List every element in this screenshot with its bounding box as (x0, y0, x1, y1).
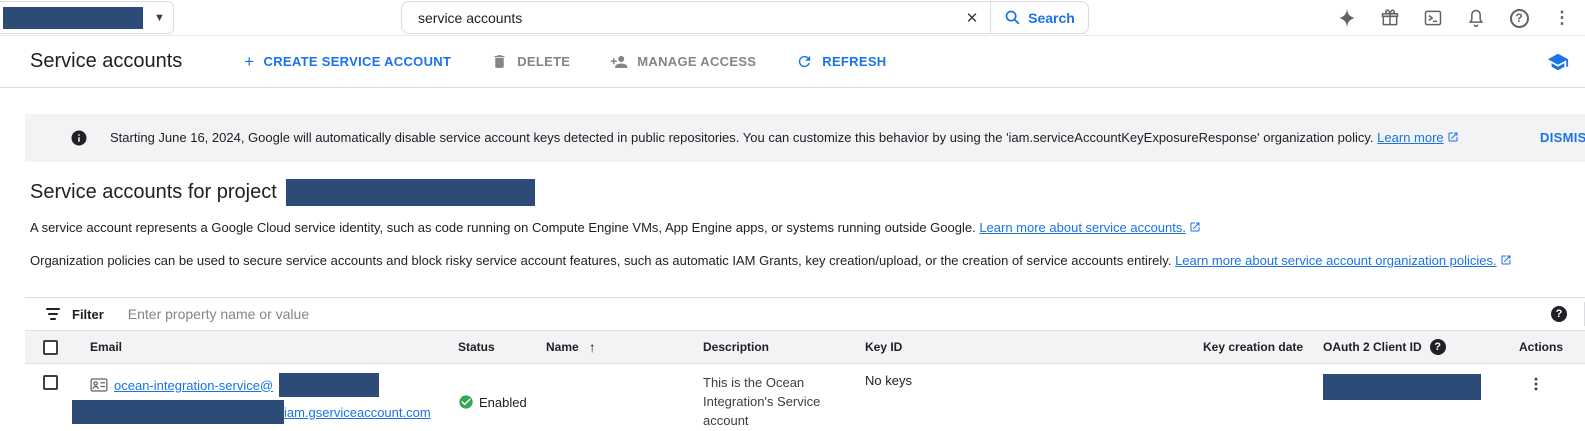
chevron-down-icon: ▼ (154, 12, 165, 24)
trash-icon (491, 53, 508, 70)
help-glyph: ? (1510, 9, 1529, 28)
filter-icon (46, 308, 60, 320)
name-cell (528, 373, 685, 430)
topbar-icon-group: ? ⋮ (1336, 0, 1573, 36)
cloud-shell-icon[interactable] (1422, 7, 1444, 29)
external-link-icon (1500, 254, 1512, 269)
page-title: Service accounts (30, 50, 182, 73)
plus-icon: + (244, 52, 254, 72)
more-glyph: ⋮ (1554, 8, 1571, 28)
column-header-email[interactable]: Email (72, 331, 440, 363)
clear-search-icon[interactable]: ✕ (954, 2, 990, 33)
key-creation-date-cell (1185, 373, 1305, 430)
dismiss-button[interactable]: DISMISS (1540, 130, 1585, 145)
delete-button[interactable]: DELETE (491, 53, 570, 70)
sort-ascending-icon: ↑ (589, 339, 596, 355)
row-checkbox[interactable] (43, 375, 58, 390)
search-button-label: Search (1028, 10, 1075, 26)
email-cell: ocean-integration-service@ iam.gservicea… (72, 373, 440, 430)
status-enabled-icon (458, 394, 474, 410)
person-add-icon (610, 53, 628, 71)
column-header-status[interactable]: Status (440, 331, 528, 363)
column-header-name-label: Name (546, 340, 579, 354)
project-id-redaction (286, 179, 535, 206)
learn-more-org-policies-link[interactable]: Learn more about service account organiz… (1175, 253, 1497, 268)
refresh-button[interactable]: REFRESH (796, 53, 886, 70)
manage-access-button[interactable]: MANAGE ACCESS (610, 53, 756, 71)
project-selector[interactable]: ▼ (0, 1, 174, 34)
actions-cell (1501, 373, 1585, 430)
manage-access-label: MANAGE ACCESS (637, 54, 756, 69)
learn-more-service-accounts-link[interactable]: Learn more about service accounts. (979, 220, 1186, 235)
column-header-oauth-client-id[interactable]: OAuth 2 Client ID ? (1305, 331, 1501, 363)
table-row: ocean-integration-service@ iam.gservicea… (25, 364, 1585, 431)
intro-paragraph-1: A service account represents a Google Cl… (30, 220, 1585, 236)
email-domain-redaction (72, 400, 284, 424)
banner-message: Starting June 16, 2024, Google will auto… (110, 130, 1459, 146)
email-domain-redaction (279, 373, 379, 397)
section-heading: Service accounts for project (30, 179, 1585, 206)
status-label: Enabled (479, 395, 527, 410)
column-header-key-id[interactable]: Key ID (847, 331, 1185, 363)
service-account-email-icon (90, 377, 108, 393)
gemini-icon[interactable] (1336, 7, 1358, 29)
row-actions-menu-icon[interactable] (1527, 375, 1545, 430)
intro-paragraph-2: Organization policies can be used to sec… (30, 253, 1585, 269)
search-bar: ✕ Search (401, 1, 1089, 34)
oauth-client-id-cell (1305, 373, 1501, 430)
service-account-email-link[interactable]: ocean-integration-service@ (114, 375, 273, 396)
filter-input[interactable] (128, 306, 1551, 322)
refresh-icon (796, 53, 813, 70)
learning-panel-icon[interactable] (1547, 51, 1569, 73)
search-input[interactable] (402, 2, 954, 33)
top-app-bar: ▼ ✕ Search (0, 0, 1585, 36)
service-accounts-table: Filter ? Email Status Name ↑ Description… (25, 297, 1585, 431)
section-heading-text: Service accounts for project (30, 181, 277, 204)
column-header-name[interactable]: Name ↑ (528, 331, 685, 363)
oauth-client-id-redaction (1323, 374, 1481, 400)
create-service-account-button[interactable]: + CREATE SERVICE ACCOUNT (244, 52, 451, 72)
info-icon (70, 129, 88, 147)
refresh-label: REFRESH (822, 54, 886, 69)
notifications-icon[interactable] (1465, 7, 1487, 29)
column-header-oauth-label: OAuth 2 Client ID (1323, 340, 1422, 354)
key-id-cell: No keys (847, 373, 1185, 430)
status-cell: Enabled (440, 373, 528, 430)
select-all-checkbox[interactable] (43, 340, 58, 355)
intro-paragraph-1-text: A service account represents a Google Cl… (30, 220, 976, 235)
column-header-key-creation-date[interactable]: Key creation date (1185, 331, 1305, 363)
column-header-actions: Actions (1501, 331, 1585, 363)
row-checkbox-cell (25, 373, 72, 430)
description-text: This is the Ocean Integration's Service … (703, 373, 843, 430)
page-action-bar: Service accounts + CREATE SERVICE ACCOUN… (0, 36, 1585, 88)
help-icon[interactable]: ? (1508, 7, 1530, 29)
info-banner: Starting June 16, 2024, Google will auto… (25, 114, 1585, 162)
oauth-help-icon[interactable]: ? (1430, 339, 1446, 355)
banner-message-text: Starting June 16, 2024, Google will auto… (110, 130, 1374, 145)
filter-help-icon[interactable]: ? (1551, 306, 1567, 322)
delete-label: DELETE (517, 54, 570, 69)
more-options-icon[interactable]: ⋮ (1551, 7, 1573, 29)
project-name-redaction (3, 7, 143, 29)
header-checkbox-cell (25, 331, 72, 363)
service-account-email-link-suffix[interactable]: iam.gserviceaccount.com (284, 402, 431, 423)
banner-learn-more-link[interactable]: Learn more (1377, 130, 1443, 145)
search-button[interactable]: Search (991, 2, 1088, 33)
table-header-row: Email Status Name ↑ Description Key ID K… (25, 331, 1585, 364)
column-header-description[interactable]: Description (685, 331, 847, 363)
search-icon (1004, 9, 1021, 26)
intro-paragraph-2-text: Organization policies can be used to sec… (30, 253, 1171, 268)
create-service-account-label: CREATE SERVICE ACCOUNT (264, 54, 452, 69)
gift-icon[interactable] (1379, 7, 1401, 29)
external-link-icon (1447, 131, 1459, 146)
description-cell: This is the Ocean Integration's Service … (685, 373, 847, 430)
external-link-icon (1189, 221, 1201, 236)
filter-bar: Filter ? (25, 298, 1585, 331)
filter-label: Filter (72, 307, 104, 322)
